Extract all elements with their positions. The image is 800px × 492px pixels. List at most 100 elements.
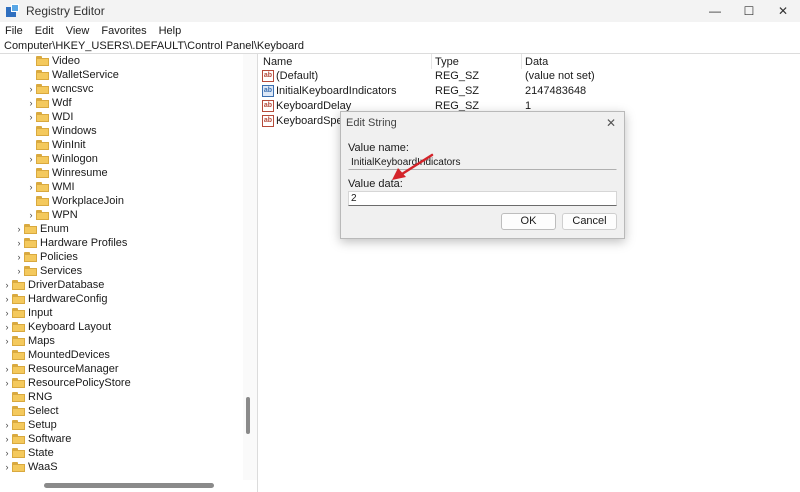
folder-icon [36, 168, 49, 178]
column-divider[interactable] [521, 54, 522, 69]
chevron-right-icon[interactable]: › [2, 322, 12, 332]
tree-item[interactable]: Windows [26, 124, 97, 138]
chevron-right-icon[interactable]: › [14, 266, 24, 276]
chevron-right-icon[interactable]: › [2, 378, 12, 388]
tree-item[interactable]: › Enum [14, 222, 69, 236]
tree-item[interactable]: › ResourcePolicyStore [2, 376, 131, 390]
tree-item[interactable]: › State [2, 446, 54, 460]
tree-item-label: WalletService [52, 69, 119, 81]
menu-help[interactable]: Help [159, 25, 182, 37]
tree-item[interactable]: › Policies [14, 250, 78, 264]
tree-item[interactable]: › WaaS [2, 460, 58, 474]
menu-edit[interactable]: Edit [35, 25, 54, 37]
tree-item[interactable]: › ResourceManager [2, 362, 119, 376]
chevron-right-icon[interactable]: › [2, 448, 12, 458]
tree-item[interactable]: MountedDevices [2, 348, 110, 362]
cancel-button[interactable]: Cancel [562, 213, 617, 230]
chevron-right-icon[interactable]: › [26, 84, 36, 94]
tree-item-label: Video [52, 55, 80, 67]
tree-vertical-scroll-thumb[interactable] [246, 397, 250, 434]
minimize-button[interactable]: — [698, 0, 732, 22]
tree-item-label: Hardware Profiles [40, 237, 128, 249]
tree-item-label: Setup [28, 419, 57, 431]
chevron-right-icon[interactable]: › [26, 154, 36, 164]
chevron-right-icon[interactable]: › [2, 462, 12, 472]
tree-item[interactable]: › Keyboard Layout [2, 320, 112, 334]
tree-item[interactable]: › Software [2, 432, 72, 446]
chevron-right-icon[interactable]: › [2, 294, 12, 304]
tree-item-label: Services [40, 265, 83, 277]
menu-view[interactable]: View [66, 25, 90, 37]
chevron-right-icon[interactable]: › [2, 336, 12, 346]
tree-item-label: Enum [40, 223, 69, 235]
tree-item[interactable]: › Hardware Profiles [14, 236, 128, 250]
tree-item[interactable]: › Setup [2, 418, 57, 432]
column-divider[interactable] [431, 54, 432, 69]
value-name: InitialKeyboardIndicators [276, 85, 397, 97]
chevron-right-icon[interactable]: › [2, 280, 12, 290]
folder-icon [12, 378, 25, 388]
tree-item[interactable]: › Services [14, 264, 83, 278]
table-row[interactable]: ab (Default) REG_SZ (value not set) [259, 69, 800, 84]
string-value-icon: ab [262, 70, 274, 82]
folder-icon [36, 112, 49, 122]
chevron-right-icon[interactable]: › [26, 182, 36, 192]
chevron-right-icon[interactable]: › [14, 252, 24, 262]
column-header-name[interactable]: Name [263, 56, 292, 68]
chevron-right-icon[interactable]: › [2, 364, 12, 374]
menu-favorites[interactable]: Favorites [101, 25, 146, 37]
column-header-data[interactable]: Data [525, 56, 548, 68]
tree-item[interactable]: › WDI [26, 110, 74, 124]
tree-item[interactable]: › wcncsvc [26, 82, 94, 96]
tree-item[interactable]: › Input [2, 306, 53, 320]
tree-item[interactable]: › WPN [26, 208, 78, 222]
tree-item-label: WMI [52, 181, 75, 193]
tree-item-label: Input [28, 307, 53, 319]
tree-item-label: HardwareConfig [28, 293, 108, 305]
folder-icon [12, 322, 25, 332]
folder-icon [24, 224, 37, 234]
tree-horizontal-scroll-thumb[interactable] [44, 483, 214, 488]
tree-item[interactable]: WinInit [26, 138, 86, 152]
table-row[interactable]: ab InitialKeyboardIndicators REG_SZ 2147483… [259, 84, 800, 99]
tree-item[interactable]: WalletService [26, 68, 119, 82]
folder-icon [36, 70, 49, 80]
chevron-right-icon[interactable]: › [26, 112, 36, 122]
close-icon[interactable]: ✕ [606, 116, 616, 130]
tree-item[interactable]: › Maps [2, 334, 55, 348]
tree-item[interactable]: Select [2, 404, 59, 418]
menu-file[interactable]: File [5, 25, 23, 37]
chevron-right-icon[interactable]: › [2, 420, 12, 430]
tree-item-label: WorkplaceJoin [52, 195, 124, 207]
chevron-right-icon[interactable]: › [26, 210, 36, 220]
dialog-title: Edit String [346, 117, 397, 129]
tree-item[interactable]: WorkplaceJoin [26, 194, 124, 208]
ok-button[interactable]: OK [501, 213, 556, 230]
maximize-button[interactable]: ☐ [732, 0, 766, 22]
tree-item-label: RNG [28, 391, 53, 403]
tree-item-label: ResourcePolicyStore [28, 377, 131, 389]
tree-item-label: Software [28, 433, 72, 445]
chevron-right-icon[interactable]: › [14, 238, 24, 248]
chevron-right-icon[interactable]: › [26, 98, 36, 108]
chevron-right-icon[interactable]: › [2, 308, 12, 318]
folder-icon [36, 84, 49, 94]
tree-item[interactable]: › Winlogon [26, 152, 98, 166]
chevron-right-icon[interactable]: › [14, 224, 24, 234]
tree-item[interactable]: RNG [2, 390, 52, 404]
close-window-button[interactable]: ✕ [766, 0, 800, 22]
address-bar[interactable]: Computer\HKEY_USERS\.DEFAULT\Control Pan… [0, 39, 800, 54]
column-header-type[interactable]: Type [435, 56, 459, 68]
folder-icon [12, 364, 25, 374]
tree-item[interactable]: › Wdf [26, 96, 72, 110]
tree-item[interactable]: › WMI [26, 180, 75, 194]
tree-item-label: DriverDatabase [28, 279, 105, 291]
registry-editor-icon [6, 4, 20, 18]
chevron-right-icon[interactable]: › [2, 434, 12, 444]
tree-item[interactable]: › DriverDatabase [2, 278, 105, 292]
value-data-input[interactable]: 2 [348, 191, 617, 206]
tree-item[interactable]: › HardwareConfig [2, 292, 108, 306]
folder-icon [12, 448, 25, 458]
tree-item[interactable]: Winresume [26, 166, 108, 180]
tree-item[interactable]: Video [26, 54, 80, 68]
